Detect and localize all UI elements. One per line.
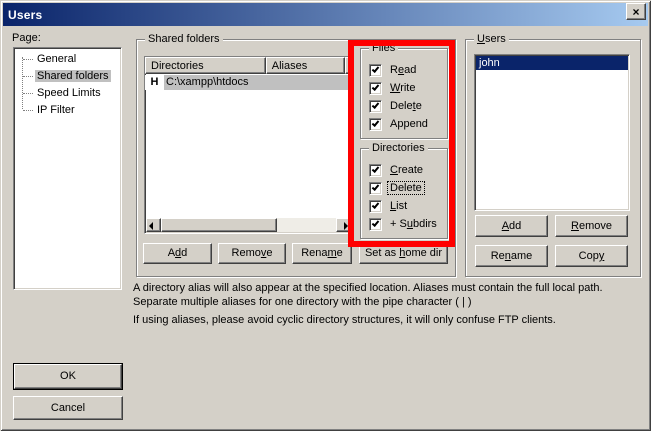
check-icon — [372, 83, 380, 91]
page-label: Page: — [12, 32, 41, 44]
tree-item-ip-filter[interactable]: IP Filter — [14, 102, 121, 119]
check-icon — [372, 201, 380, 209]
create-checkbox[interactable] — [369, 164, 382, 177]
check-icon — [372, 219, 380, 227]
files-permissions-group: Files Read Write Delete Append — [360, 48, 448, 139]
list-checkbox[interactable] — [369, 200, 382, 213]
directories-table[interactable]: Directories Aliases H C:\xampp\htdocs — [144, 56, 353, 234]
read-label: Read — [388, 64, 418, 76]
column-header-filler — [345, 57, 352, 74]
checkbox-row-write: Write — [369, 79, 447, 97]
table-header: Directories Aliases — [145, 57, 352, 74]
create-label: Create — [388, 164, 425, 176]
directory-path: C:\xampp\htdocs — [164, 75, 352, 90]
append-checkbox[interactable] — [369, 118, 382, 131]
checkbox-row-read: Read — [369, 61, 447, 79]
page-tree[interactable]: General Shared folders Speed Limits IP F… — [13, 47, 122, 290]
tree-item-speed-limits[interactable]: Speed Limits — [14, 85, 121, 102]
scrollbar-track[interactable] — [277, 218, 336, 232]
delete-dirs-checkbox[interactable] — [369, 182, 382, 195]
check-icon — [372, 165, 380, 173]
checkbox-row-create: Create — [369, 161, 447, 179]
checkbox-row-append: Append — [369, 115, 447, 133]
column-header-directories[interactable]: Directories — [145, 57, 266, 74]
checkbox-row-subdirs: + Subdirs — [369, 215, 447, 233]
window-title: Users — [3, 8, 42, 22]
horizontal-scrollbar[interactable] — [146, 218, 351, 232]
add-directory-button[interactable]: Add — [143, 243, 212, 264]
cancel-button[interactable]: Cancel — [13, 396, 123, 420]
checkbox-row-delete-dirs: Delete — [369, 179, 447, 197]
check-icon — [372, 65, 380, 73]
set-as-home-dir-button[interactable]: Set as home dir — [359, 243, 448, 264]
delete-files-label: Delete — [388, 100, 424, 112]
column-header-aliases[interactable]: Aliases — [266, 57, 345, 74]
write-label: Write — [388, 82, 417, 94]
tree-item-shared-folders[interactable]: Shared folders — [14, 68, 121, 85]
files-group-label: Files — [369, 41, 398, 55]
alias-note: A directory alias will also appear at th… — [133, 281, 635, 309]
users-dialog: Users × Page: General Shared folders Spe… — [0, 0, 651, 431]
scrollbar-thumb[interactable] — [161, 218, 277, 232]
ok-button-face: OK — [14, 364, 122, 389]
read-checkbox[interactable] — [369, 64, 382, 77]
copy-user-button[interactable]: Copy — [555, 245, 628, 267]
add-user-button[interactable]: Add — [475, 215, 548, 237]
delete-files-checkbox[interactable] — [369, 100, 382, 113]
append-label: Append — [388, 118, 430, 130]
rename-directory-button[interactable]: Rename — [292, 243, 352, 264]
close-icon[interactable]: × — [626, 3, 646, 20]
remove-directory-button[interactable]: Remove — [218, 243, 286, 264]
users-listbox[interactable]: john — [474, 54, 630, 211]
subdirs-checkbox[interactable] — [369, 218, 382, 231]
write-checkbox[interactable] — [369, 82, 382, 95]
checkbox-row-list: List — [369, 197, 447, 215]
check-icon — [372, 101, 380, 109]
cyclic-note: If using aliases, please avoid cyclic di… — [133, 313, 635, 327]
list-label: List — [388, 200, 409, 212]
titlebar[interactable]: Users — [3, 3, 648, 26]
directories-group-label: Directories — [369, 141, 428, 155]
ok-button[interactable]: OK — [13, 363, 123, 390]
shared-folders-group-label: Shared folders — [145, 32, 223, 46]
user-list-item[interactable]: john — [476, 56, 628, 70]
shared-folders-group: Shared folders Directories Aliases H C:\… — [136, 39, 456, 277]
remove-user-button[interactable]: Remove — [555, 215, 628, 237]
check-icon — [372, 183, 380, 191]
directories-permissions-group: Directories Create Delete List + Subdirs — [360, 148, 448, 239]
table-row[interactable]: H C:\xampp\htdocs — [145, 74, 352, 90]
users-group: Users john — [465, 39, 641, 277]
scroll-right-icon[interactable] — [336, 218, 351, 232]
home-dir-marker: H — [145, 75, 164, 90]
checkbox-row-delete-files: Delete — [369, 97, 447, 115]
check-icon — [372, 119, 380, 127]
delete-dirs-label: Delete — [388, 182, 424, 194]
tree-item-general[interactable]: General — [14, 51, 121, 68]
subdirs-label: + Subdirs — [388, 218, 439, 230]
users-group-label: Users — [474, 32, 509, 46]
scroll-left-icon[interactable] — [146, 218, 161, 232]
rename-user-button[interactable]: Rename — [475, 245, 548, 267]
